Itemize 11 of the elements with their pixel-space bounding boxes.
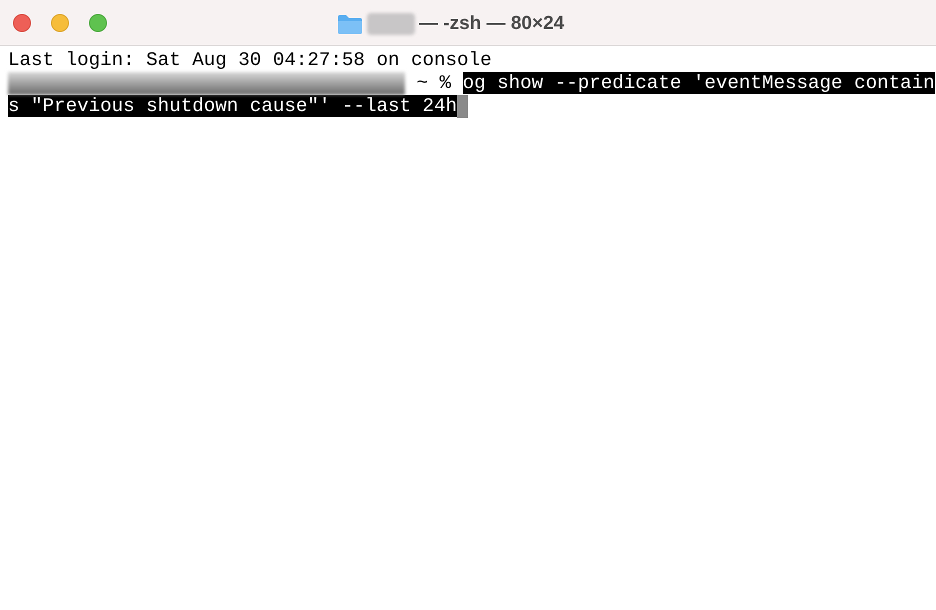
redacted-block bbox=[367, 13, 415, 36]
text-cursor bbox=[457, 95, 468, 118]
selected-command-text: og show --predicate 'eventMessage contain bbox=[462, 72, 935, 94]
prompt-text: ~ % bbox=[416, 72, 452, 94]
folder-icon bbox=[337, 13, 363, 36]
close-button[interactable] bbox=[13, 14, 31, 32]
selected-command-text: s "Previous shutdown cause"' --last 24h bbox=[8, 95, 458, 117]
window-title: — -zsh — 80×24 bbox=[419, 12, 564, 36]
zoom-button[interactable] bbox=[89, 14, 107, 32]
prompt-text: Last login: Sat Aug 30 04:27:58 on console bbox=[8, 49, 492, 71]
minimize-button[interactable] bbox=[51, 14, 69, 32]
